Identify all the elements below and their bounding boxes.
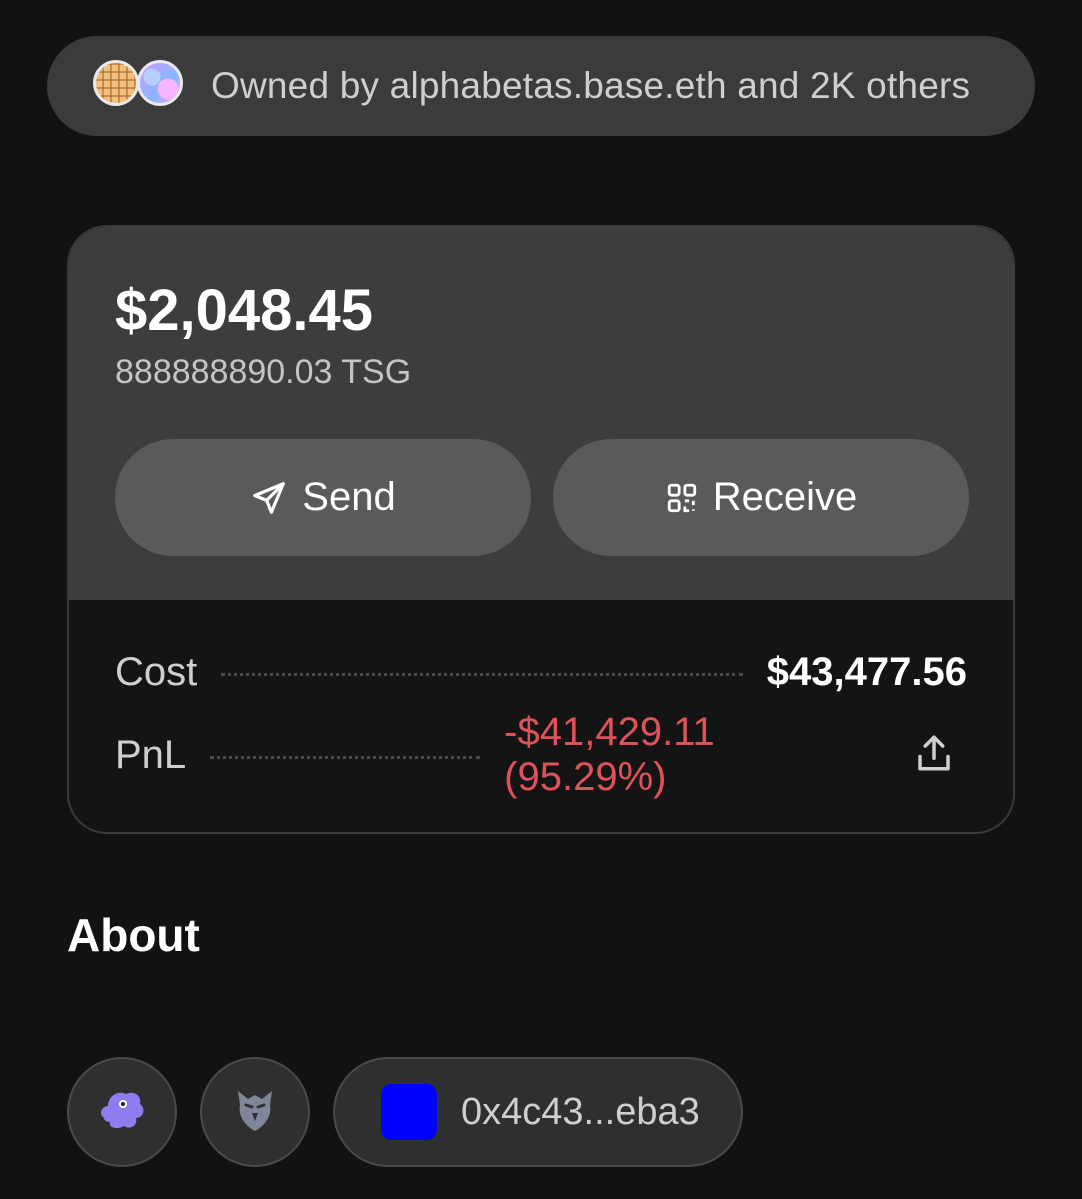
balance-token: 888888890.03 TSG <box>115 353 412 391</box>
dotted-leader <box>221 672 743 676</box>
eagle-link[interactable] <box>200 1057 310 1167</box>
owner-avatar-iridescent <box>137 60 183 106</box>
send-icon <box>250 479 288 517</box>
purple-creature-icon <box>96 1088 148 1137</box>
cost-row: Cost $43,477.56 <box>115 647 967 697</box>
owner-avatar-waffle <box>93 60 139 106</box>
pnl-value: -$41,429.11 (95.29%) <box>504 710 715 799</box>
qr-code-icon <box>665 481 699 515</box>
owner-avatars <box>93 60 193 112</box>
send-button[interactable]: Send <box>115 439 531 556</box>
balance-section: $2,048.45 888888890.03 TSG Send Receive <box>69 227 1013 600</box>
contract-address-chip[interactable]: 0x4c43...eba3 <box>333 1057 743 1167</box>
balance-card: $2,048.45 888888890.03 TSG Send Receive … <box>67 225 1015 834</box>
purple-creature-link[interactable] <box>67 1057 177 1167</box>
send-label: Send <box>302 475 396 519</box>
owners-text: Owned by alphabetas.base.eth and 2K othe… <box>211 65 971 106</box>
dotted-leader <box>210 755 481 759</box>
cost-value: $43,477.56 <box>766 649 967 694</box>
balance-usd: $2,048.45 <box>115 278 374 343</box>
pnl-row: PnL -$41,429.11 (95.29%) <box>115 710 967 799</box>
receive-label: Receive <box>712 475 858 519</box>
receive-button[interactable]: Receive <box>553 439 969 556</box>
cost-label: Cost <box>115 649 198 694</box>
share-icon[interactable] <box>913 732 955 779</box>
owners-pill[interactable]: Owned by alphabetas.base.eth and 2K othe… <box>47 36 1035 136</box>
eagle-icon <box>232 1085 278 1140</box>
contract-address: 0x4c43...eba3 <box>461 1090 700 1133</box>
about-heading: About <box>67 909 200 961</box>
pnl-label: PnL <box>115 732 187 777</box>
contract-swatch <box>381 1084 437 1140</box>
